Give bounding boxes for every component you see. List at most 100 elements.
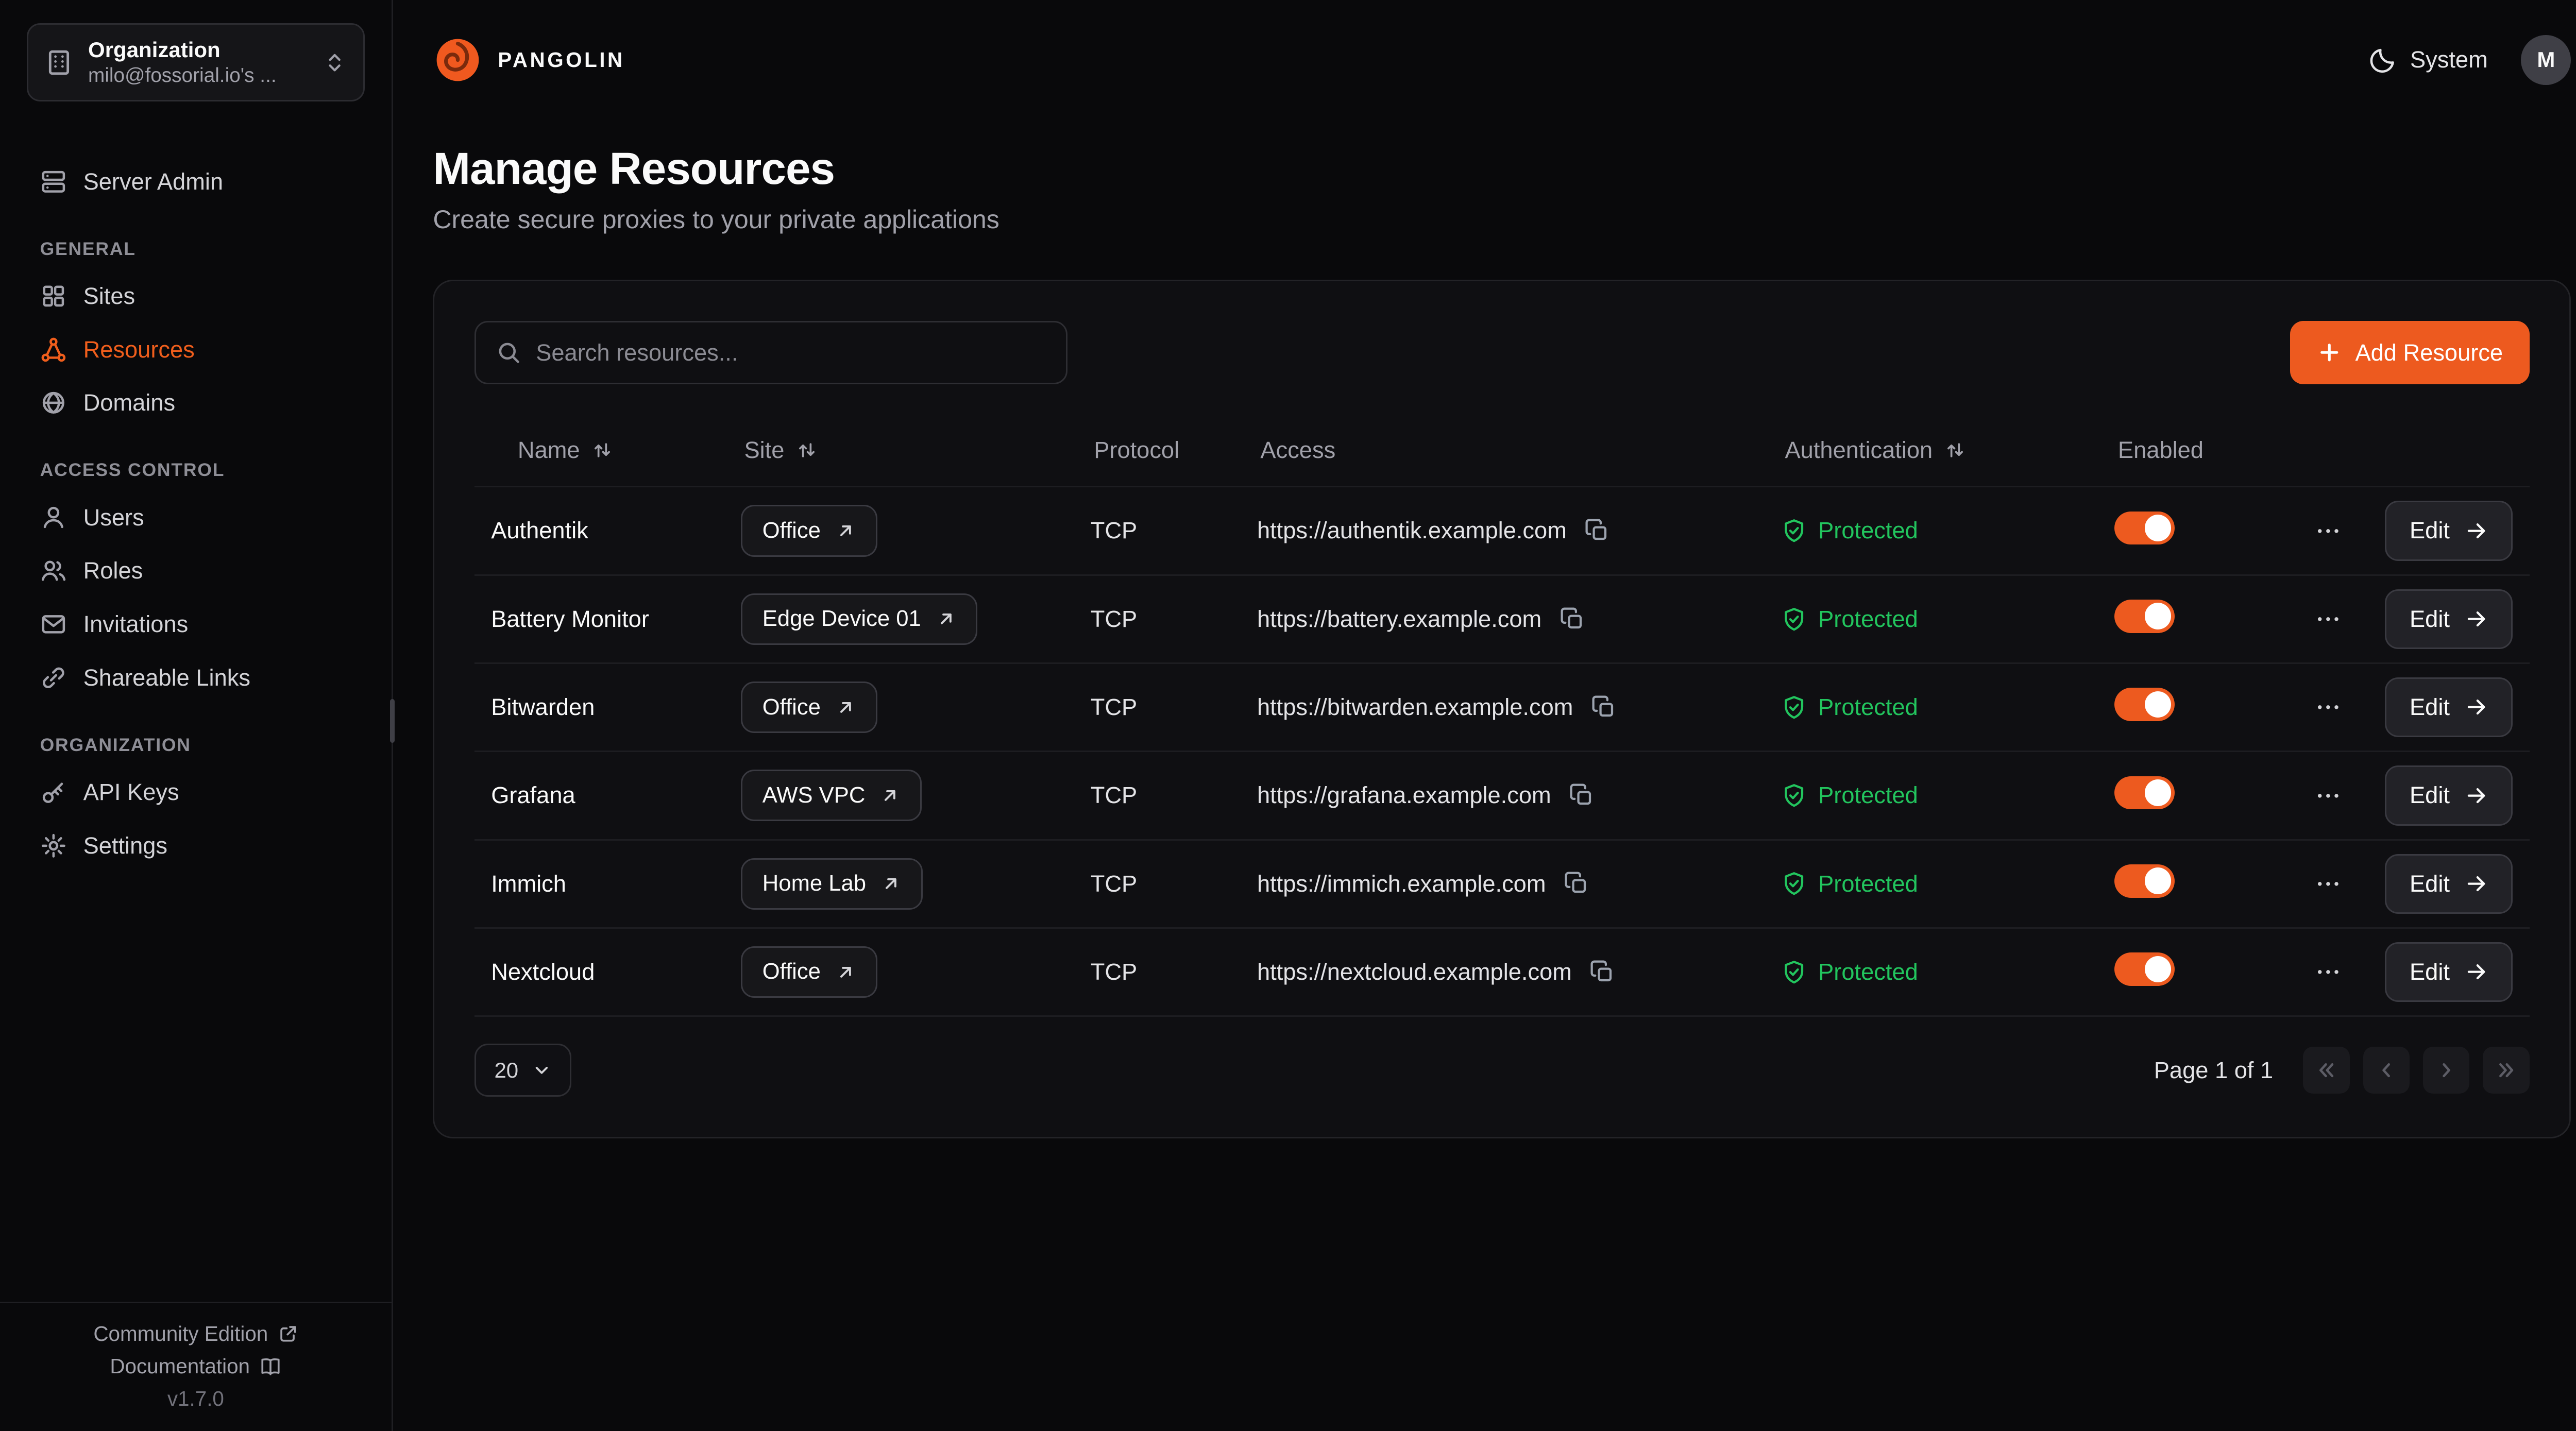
copy-button[interactable] <box>1585 518 1609 543</box>
theme-toggle[interactable]: System <box>2370 46 2487 73</box>
brand-name: PANGOLIN <box>498 48 624 72</box>
community-edition-label: Community Edition <box>93 1322 268 1346</box>
edit-button[interactable]: Edit <box>2385 765 2513 825</box>
more-options-button[interactable] <box>2308 599 2348 639</box>
sidebar-item-label: Users <box>83 504 144 531</box>
site-link[interactable]: Office <box>741 505 877 556</box>
last-page-button[interactable] <box>2483 1047 2529 1093</box>
edit-button[interactable]: Edit <box>2385 677 2513 737</box>
sort-button-name[interactable]: Name <box>518 437 613 464</box>
app-root: Organization milo@fossorial.io's ... Ser… <box>0 0 2576 1431</box>
more-options-button[interactable] <box>2308 776 2348 816</box>
edit-button[interactable]: Edit <box>2385 589 2513 649</box>
copy-button[interactable] <box>1560 607 1585 632</box>
sidebar-item-resources[interactable]: Resources <box>0 323 392 377</box>
enabled-toggle[interactable] <box>2114 600 2174 633</box>
sidebar-item-invitations[interactable]: Invitations <box>0 598 392 651</box>
community-edition-link[interactable]: Community Edition <box>93 1322 298 1346</box>
sort-button-authentication[interactable]: Authentication <box>1785 437 1966 464</box>
app-version: v1.7.0 <box>167 1387 224 1411</box>
external-link-icon <box>881 874 901 894</box>
more-options-button[interactable] <box>2308 952 2348 992</box>
toggle-knob <box>2145 691 2172 718</box>
pager-buttons <box>2303 1047 2529 1093</box>
column-header-protocol: Protocol <box>1091 437 1257 464</box>
sidebar-resize-handle[interactable] <box>390 699 395 742</box>
arrow-right-icon <box>2465 960 2488 983</box>
sidebar-item-sites[interactable]: Sites <box>0 269 392 323</box>
site-link[interactable]: Home Lab <box>741 858 923 910</box>
toggle-knob <box>2145 956 2172 983</box>
more-options-button[interactable] <box>2308 687 2348 727</box>
pangolin-logo <box>433 35 483 85</box>
pager-group: Page 1 of 1 <box>2154 1047 2530 1093</box>
table-row: Grafana AWS VPC TCP https://grafana.exam… <box>474 752 2530 840</box>
enabled-toggle[interactable] <box>2114 776 2174 810</box>
mail-icon <box>40 611 67 638</box>
add-resource-button[interactable]: Add Resource <box>2290 321 2529 384</box>
edit-button[interactable]: Edit <box>2385 501 2513 560</box>
sidebar-item-users[interactable]: Users <box>0 491 392 544</box>
resource-name: Authentik <box>491 517 741 544</box>
page-size-value: 20 <box>494 1058 518 1083</box>
sidebar-item-api-keys[interactable]: API Keys <box>0 765 392 819</box>
page-subtitle: Create secure proxies to your private ap… <box>433 205 2571 234</box>
documentation-link[interactable]: Documentation <box>110 1354 281 1378</box>
access-cell: https://authentik.example.com <box>1257 517 1782 544</box>
enabled-toggle[interactable] <box>2114 864 2174 898</box>
more-options-button[interactable] <box>2308 864 2348 904</box>
sidebar-item-label: API Keys <box>83 779 179 806</box>
copy-button[interactable] <box>1591 695 1616 720</box>
sidebar-item-domains[interactable]: Domains <box>0 376 392 430</box>
copy-button[interactable] <box>1590 960 1615 984</box>
site-link[interactable]: Office <box>741 682 877 733</box>
page-size-select[interactable]: 20 <box>474 1044 571 1097</box>
site-link[interactable]: AWS VPC <box>741 770 922 821</box>
external-link-icon <box>278 1324 298 1344</box>
search-input[interactable] <box>536 339 1046 366</box>
section-label-general: GENERAL <box>0 209 392 270</box>
column-header-access: Access <box>1257 437 1782 464</box>
edit-label: Edit <box>2410 517 2450 544</box>
documentation-label: Documentation <box>110 1354 250 1378</box>
auth-label: Protected <box>1818 517 1918 544</box>
first-page-button[interactable] <box>2303 1047 2349 1093</box>
column-header-enabled: Enabled <box>2114 437 2331 464</box>
site-link[interactable]: Office <box>741 946 877 998</box>
copy-button[interactable] <box>1564 871 1589 896</box>
avatar[interactable]: M <box>2521 35 2571 85</box>
enabled-cell <box>2114 512 2331 551</box>
org-subtitle: milo@fossorial.io's ... <box>88 63 308 88</box>
access-url: https://grafana.example.com <box>1257 782 1551 809</box>
chevron-left-icon <box>2375 1059 2398 1082</box>
next-page-button[interactable] <box>2423 1047 2469 1093</box>
org-title: Organization <box>88 37 308 64</box>
enabled-toggle[interactable] <box>2114 688 2174 721</box>
copy-button[interactable] <box>1569 783 1594 808</box>
org-selector[interactable]: Organization milo@fossorial.io's ... <box>27 23 365 101</box>
sidebar-item-shareable-links[interactable]: Shareable Links <box>0 651 392 705</box>
enabled-toggle[interactable] <box>2114 512 2174 545</box>
sidebar-item-roles[interactable]: Roles <box>0 544 392 598</box>
site-link[interactable]: Edge Device 01 <box>741 593 977 645</box>
edit-button[interactable]: Edit <box>2385 854 2513 914</box>
column-label: Authentication <box>1785 437 1933 464</box>
more-options-button[interactable] <box>2308 511 2348 551</box>
enabled-cell <box>2114 952 2331 992</box>
access-url: https://immich.example.com <box>1257 871 1546 897</box>
enabled-toggle[interactable] <box>2114 952 2174 986</box>
users-icon <box>40 557 67 584</box>
auth-label: Protected <box>1818 871 1918 897</box>
toggle-knob <box>2145 867 2172 894</box>
enabled-cell <box>2114 776 2331 815</box>
sidebar-item-settings[interactable]: Settings <box>0 819 392 873</box>
auth-status: Protected <box>1782 959 2114 985</box>
prev-page-button[interactable] <box>2363 1047 2410 1093</box>
table-body: Authentik Office TCP https://authentik.e… <box>474 487 2530 1017</box>
sidebar-item-server-admin[interactable]: Server Admin <box>0 155 392 209</box>
ellipsis-icon <box>2315 694 2342 721</box>
protocol: TCP <box>1091 694 1257 721</box>
edit-button[interactable]: Edit <box>2385 942 2513 1002</box>
sort-button-site[interactable]: Site <box>744 437 818 464</box>
page-title: Manage Resources <box>433 143 2571 195</box>
